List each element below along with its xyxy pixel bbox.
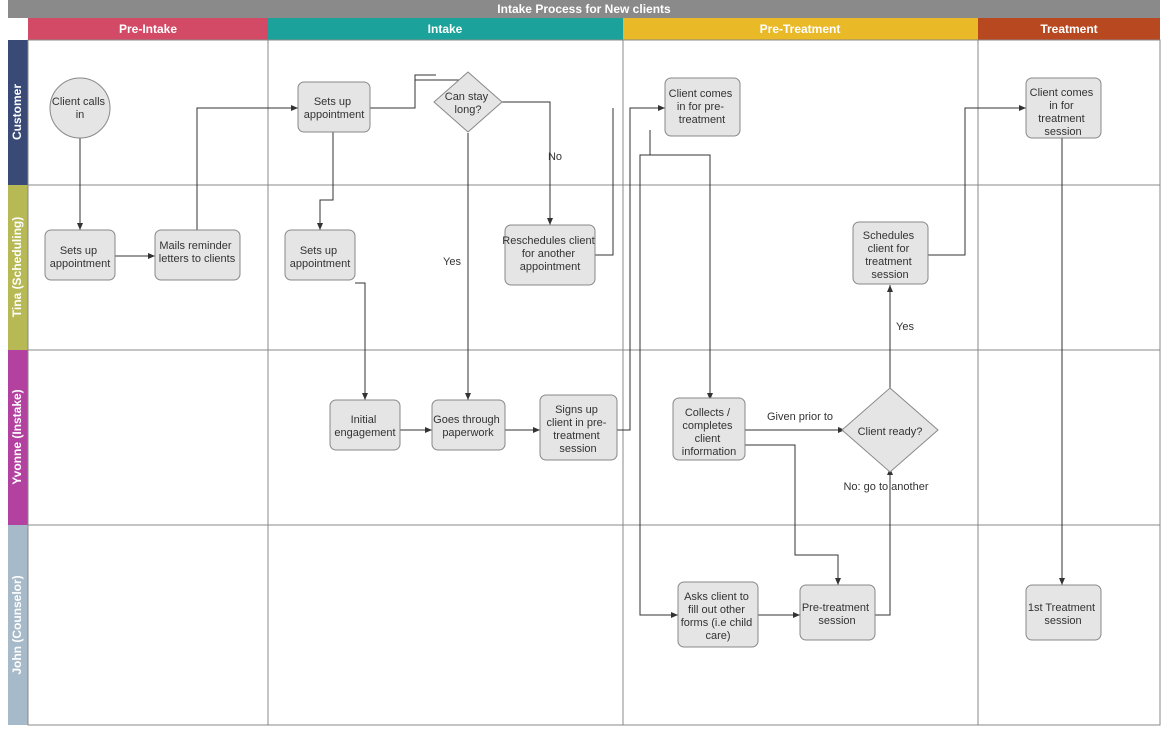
svg-text:Pre-Treatment: Pre-Treatment <box>760 22 841 36</box>
svg-text:Goes through paperwork: Goes through paperwork <box>433 414 503 439</box>
svg-text:No: go to another: No: go to another <box>843 481 928 493</box>
svg-text:No: No <box>548 151 562 163</box>
svg-text:Treatment: Treatment <box>1040 22 1097 36</box>
svg-text:Pre-Intake: Pre-Intake <box>119 22 177 36</box>
svg-text:Customer: Customer <box>10 84 24 140</box>
diagram-title: Intake Process for New clients <box>497 2 671 16</box>
svg-text:Yes: Yes <box>896 321 914 333</box>
svg-text:Yvonne (Instake): Yvonne (Instake) <box>10 389 24 484</box>
svg-text:Given prior to: Given prior to <box>767 411 833 423</box>
svg-text:Client ready?: Client ready? <box>858 426 923 438</box>
svg-text:Mails reminder letters to: Mails reminder letters to clients <box>159 240 236 265</box>
svg-text:Tina (Scheduling): Tina (Scheduling) <box>10 217 24 317</box>
svg-text:Yes: Yes <box>443 256 461 268</box>
svg-text:Intake: Intake <box>428 22 463 36</box>
svg-text:John (Counselor): John (Counselor) <box>10 575 24 674</box>
